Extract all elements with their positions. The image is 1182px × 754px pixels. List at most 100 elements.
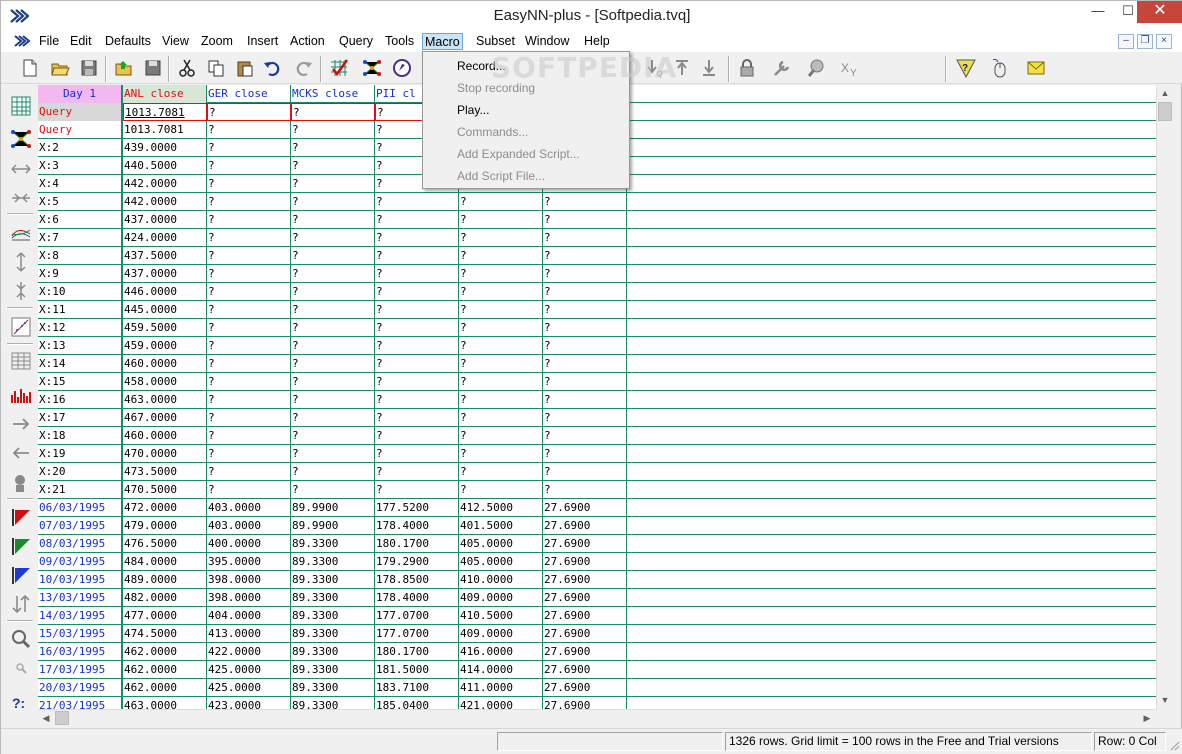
query-bottom-icon[interactable] [699,57,721,79]
grid-cell[interactable]: 185.0400 [375,697,459,709]
row-label[interactable]: X:9 [38,265,123,283]
grid-cell[interactable]: ? [207,409,291,427]
menu-edit[interactable]: Edit [68,34,94,51]
grid-cell[interactable]: 1013.7081 [123,121,207,139]
row-label[interactable]: 14/03/1995 [38,607,123,625]
grid-cell[interactable]: 413.0000 [207,625,291,643]
row-label[interactable]: X:8 [38,247,123,265]
grid-cell[interactable]: 437.0000 [123,265,207,283]
grid-cell[interactable]: 414.0000 [459,661,543,679]
row-label[interactable]: X:5 [38,193,123,211]
copy-icon[interactable] [205,57,227,79]
grid-cell[interactable]: ? [291,175,375,193]
grid-cell[interactable]: ? [459,265,543,283]
arrow-left-icon[interactable] [10,442,32,464]
menu-tools[interactable]: Tools [383,34,416,51]
grid-cell[interactable]: 425.0000 [207,679,291,697]
grid-cell[interactable]: 89.3300 [291,607,375,625]
grid-cell[interactable]: ? [375,283,459,301]
grid-cell[interactable]: ? [375,409,459,427]
row-label[interactable]: X:10 [38,283,123,301]
row-label[interactable]: X:7 [38,229,123,247]
scroll-right-arrow-icon[interactable]: ▶ [1139,710,1155,726]
grid-cell[interactable]: 416.0000 [459,643,543,661]
scroll-down-arrow-icon[interactable]: ▼ [1157,692,1173,708]
table-row[interactable]: X:20 473.5000????? [38,463,1156,481]
grid-cell[interactable]: 409.0000 [459,625,543,643]
xy-icon[interactable]: XY [839,57,861,79]
grid-cell[interactable]: ? [207,481,291,499]
table-row[interactable]: X:18 460.0000????? [38,427,1156,445]
grid-cell[interactable]: ? [375,481,459,499]
row-label[interactable]: 21/03/1995 [38,697,123,709]
grid-cell[interactable]: ? [375,445,459,463]
grid-cell[interactable]: ? [543,229,627,247]
grid-cell[interactable]: ? [207,103,291,121]
table-row[interactable]: X:12 459.5000????? [38,319,1156,337]
contract-horizontal-icon[interactable] [10,187,32,209]
grid-cell[interactable]: ? [543,373,627,391]
grid-cell[interactable]: ? [543,463,627,481]
wrench-icon[interactable] [771,57,793,79]
grid-cell[interactable]: ? [291,265,375,283]
row-label[interactable]: X:13 [38,337,123,355]
horizontal-scrollbar[interactable]: ◀ ▶ [38,709,1156,726]
row-label[interactable]: X:16 [38,391,123,409]
grid-cell[interactable]: ? [543,409,627,427]
grid-cell[interactable]: ? [459,409,543,427]
grid-cell[interactable]: ? [459,337,543,355]
grid-cell[interactable]: ? [459,283,543,301]
menu-item-add-script-file[interactable]: Add Script File... [425,165,627,187]
network-icon[interactable] [361,57,383,79]
grid-cell[interactable]: ? [459,355,543,373]
menu-file[interactable]: File [37,34,61,51]
grid-cell[interactable]: 470.0000 [123,445,207,463]
menu-view[interactable]: View [160,34,191,51]
menu-macro[interactable]: Macro [422,33,463,50]
grid-cell[interactable]: 27.6900 [543,661,627,679]
grid-cell[interactable]: 27.6900 [543,535,627,553]
grid-cell[interactable]: 177.0700 [375,625,459,643]
grid-cell[interactable]: 27.6900 [543,607,627,625]
table-row[interactable]: X:17 467.0000????? [38,409,1156,427]
grid-cell[interactable]: ? [543,427,627,445]
table-row[interactable]: 14/03/1995 477.0000 404.0000 89.3300 177.070… [38,607,1156,625]
grid-cell[interactable]: 27.6900 [543,697,627,709]
grid-cell[interactable]: ? [459,211,543,229]
cut-scissors-icon[interactable] [176,57,198,79]
grid-cell[interactable]: ? [291,247,375,265]
small-magnifier-icon[interactable] [10,657,32,679]
table-row[interactable]: 20/03/1995 462.0000 425.0000 89.3300 183.710… [38,679,1156,697]
grid-cell[interactable]: ? [207,391,291,409]
grid-cell[interactable]: 472.0000 [123,499,207,517]
grid-cell[interactable]: 411.0000 [459,679,543,697]
importance-chart-icon[interactable] [10,383,32,405]
row-label[interactable]: X:3 [38,157,123,175]
grid-cell[interactable]: 27.6900 [543,643,627,661]
grid-cell[interactable]: 89.3300 [291,571,375,589]
grid-cell[interactable]: ? [543,193,627,211]
grid-cell[interactable]: ? [375,319,459,337]
save-as-disk-icon[interactable] [142,57,164,79]
grid-check-icon[interactable] [328,57,350,79]
table-row[interactable]: X:13 459.0000????? [38,337,1156,355]
grid-cell[interactable]: ? [375,337,459,355]
expand-vertical-icon[interactable] [10,251,32,273]
row-label[interactable]: X:12 [38,319,123,337]
scroll-up-arrow-icon[interactable]: ▲ [1157,85,1173,101]
help-context-icon[interactable]: ? [955,57,977,79]
grid-cell[interactable]: ? [459,445,543,463]
row-label[interactable]: X:18 [38,427,123,445]
table-row[interactable]: 13/03/1995 482.0000 398.0000 89.3300 178.400… [38,589,1156,607]
table-row[interactable]: X:19 470.0000????? [38,445,1156,463]
column-header[interactable]: ANL close [123,85,207,103]
email-envelope-icon[interactable] [1025,57,1047,79]
grid-cell[interactable]: ? [207,301,291,319]
grid-cell[interactable]: ? [291,391,375,409]
grid-cell[interactable]: ? [291,319,375,337]
grid-cell[interactable]: ? [291,409,375,427]
table-row[interactable]: 15/03/1995 474.5000 413.0000 89.3300 177.070… [38,625,1156,643]
mouse-icon[interactable] [989,57,1011,79]
grid-cell[interactable]: ? [459,193,543,211]
grid-cell[interactable]: ? [375,463,459,481]
